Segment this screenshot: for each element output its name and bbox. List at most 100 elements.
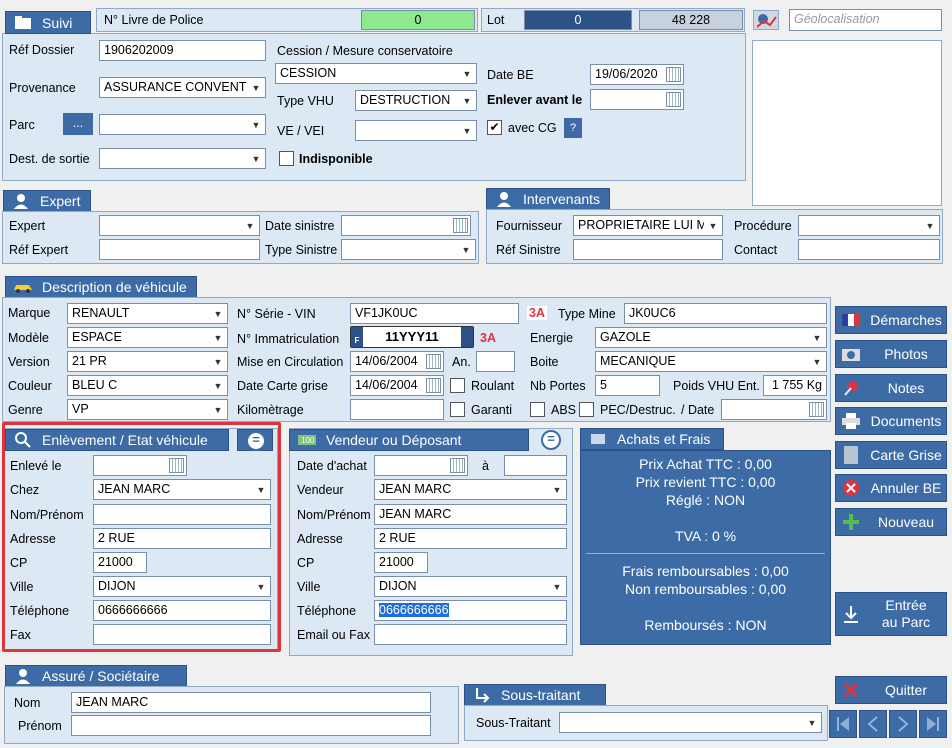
vendeur-menu-button[interactable]: = bbox=[533, 429, 571, 451]
calendar-icon[interactable] bbox=[453, 218, 468, 233]
ref-expert-input[interactable] bbox=[99, 239, 260, 260]
immatriculation-plate[interactable]: F 11YYY11 bbox=[350, 326, 474, 348]
photos-button[interactable]: Photos bbox=[835, 340, 947, 368]
version-select[interactable]: 21 PR ▼ bbox=[67, 351, 228, 372]
roulant-checkbox[interactable] bbox=[450, 378, 465, 393]
quitter-button[interactable]: Quitter bbox=[835, 676, 947, 704]
calendar-icon[interactable] bbox=[426, 378, 441, 393]
tab-achats[interactable]: Achats et Frais bbox=[580, 428, 724, 450]
user-icon bbox=[493, 191, 515, 207]
kilometrage-input[interactable] bbox=[350, 399, 444, 420]
calendar-icon[interactable] bbox=[666, 92, 681, 107]
non-remboursables: Non remboursables : 0,00 bbox=[624, 581, 787, 597]
ref-dossier-input[interactable]: 1906202009 bbox=[99, 40, 266, 61]
tab-suivi[interactable]: Suivi bbox=[5, 11, 91, 34]
notes-button[interactable]: Notes bbox=[835, 374, 947, 402]
geo-map-icon[interactable] bbox=[753, 10, 779, 30]
chez-select[interactable]: JEAN MARC ▼ bbox=[93, 479, 271, 500]
carte-grise-button[interactable]: Carte Grise bbox=[835, 441, 947, 469]
modele-select[interactable]: ESPACE ▼ bbox=[67, 327, 228, 348]
tab-intervenants[interactable]: Intervenants bbox=[486, 188, 610, 210]
calendar-icon[interactable] bbox=[169, 458, 184, 473]
garanti-checkbox[interactable] bbox=[450, 402, 465, 417]
vendeur-telephone-input[interactable]: 0666666666 bbox=[374, 600, 567, 621]
ville-select[interactable]: DIJON ▼ bbox=[93, 576, 271, 597]
date-carte-grise-input[interactable]: 14/06/2004 bbox=[350, 375, 444, 396]
type-mine-input[interactable]: JK0UC6 bbox=[624, 303, 827, 324]
enlever-avant-input[interactable] bbox=[590, 89, 684, 110]
ref-sinistre-input[interactable] bbox=[573, 239, 723, 260]
vendeur-nom-input[interactable]: JEAN MARC bbox=[374, 504, 567, 525]
cp-input[interactable]: 21000 bbox=[93, 552, 147, 573]
poids-input[interactable]: 1 755 Kg bbox=[763, 375, 827, 396]
telephone-input[interactable]: 0666666666 bbox=[93, 600, 271, 621]
assure-nom-input[interactable]: JEAN MARC bbox=[71, 692, 431, 713]
dest-sortie-select[interactable]: ▼ bbox=[99, 148, 266, 169]
provenance-select[interactable]: ASSURANCE CONVENTIO ▼ bbox=[99, 77, 266, 98]
mise-circulation-input[interactable]: 14/06/2004 bbox=[350, 351, 444, 372]
a-input[interactable] bbox=[504, 455, 567, 476]
vendeur-cp-input[interactable]: 21000 bbox=[374, 552, 428, 573]
tab-expert[interactable]: Expert bbox=[3, 190, 91, 212]
ve-vei-select[interactable]: ▼ bbox=[355, 120, 477, 141]
tab-vehicule-label: Description de véhicule bbox=[42, 279, 187, 295]
tab-vehicule[interactable]: Description de véhicule bbox=[5, 276, 197, 298]
calendar-icon[interactable] bbox=[809, 402, 824, 417]
vendeur-adresse-input[interactable]: 2 RUE bbox=[374, 528, 567, 549]
tab-vendeur[interactable]: 100 Vendeur ou Déposant bbox=[289, 429, 529, 451]
annuler-be-button[interactable]: Annuler BE bbox=[835, 474, 947, 502]
serie-vin-input[interactable]: VF1JK0UC bbox=[350, 303, 519, 324]
calendar-icon[interactable] bbox=[450, 458, 465, 473]
adresse-input[interactable]: 2 RUE bbox=[93, 528, 271, 549]
cession-select[interactable]: CESSION ▼ bbox=[275, 63, 477, 84]
energie-select[interactable]: GAZOLE ▼ bbox=[595, 327, 827, 348]
cession-label: Cession / Mesure conservatoire bbox=[277, 44, 453, 58]
fax-label: Fax bbox=[10, 628, 31, 642]
avec-cg-checkbox[interactable]: ✔ bbox=[487, 120, 502, 135]
marque-select[interactable]: RENAULT ▼ bbox=[67, 303, 228, 324]
genre-select[interactable]: VP ▼ bbox=[67, 399, 228, 420]
date-sinistre-input[interactable] bbox=[341, 215, 471, 236]
documents-button[interactable]: Documents bbox=[835, 407, 947, 435]
boite-select[interactable]: MECANIQUE ▼ bbox=[595, 351, 827, 372]
expert-select[interactable]: ▼ bbox=[99, 215, 260, 236]
sous-traitant-select[interactable]: ▼ bbox=[559, 712, 822, 733]
pec-date-input[interactable] bbox=[721, 399, 827, 420]
date-be-input[interactable]: 19/06/2020 bbox=[590, 64, 684, 85]
couleur-select[interactable]: BLEU C ▼ bbox=[67, 375, 228, 396]
nav-next-button[interactable] bbox=[889, 710, 917, 738]
parc-browse-button[interactable]: ... bbox=[63, 113, 93, 135]
vendeur-ville-select[interactable]: DIJON ▼ bbox=[374, 576, 567, 597]
immatriculation-value: 11YYY11 bbox=[385, 329, 439, 344]
nb-portes-input[interactable]: 5 bbox=[595, 375, 660, 396]
demarches-button[interactable]: Démarches bbox=[835, 306, 947, 334]
nav-first-button[interactable] bbox=[829, 710, 857, 738]
geolocalisation-input[interactable]: Géolocalisation bbox=[789, 9, 942, 31]
parc-select[interactable]: ▼ bbox=[99, 114, 266, 135]
indisponible-checkbox[interactable] bbox=[279, 151, 294, 166]
nouveau-button[interactable]: Nouveau bbox=[835, 508, 947, 536]
fournisseur-select[interactable]: PROPRIETAIRE LUI ME ▼ bbox=[573, 215, 723, 236]
abs-checkbox[interactable] bbox=[530, 402, 545, 417]
type-sinistre-select[interactable]: ▼ bbox=[341, 239, 476, 260]
tab-sous-traitant[interactable]: Sous-traitant bbox=[464, 684, 606, 706]
an-input[interactable] bbox=[476, 351, 515, 372]
enleve-le-input[interactable] bbox=[93, 455, 187, 476]
contact-input[interactable] bbox=[798, 239, 940, 260]
entree-parc-button[interactable]: Entrée au Parc bbox=[835, 592, 947, 636]
pec-checkbox[interactable] bbox=[579, 402, 594, 417]
nav-last-button[interactable] bbox=[919, 710, 947, 738]
calendar-icon[interactable] bbox=[666, 67, 681, 82]
assure-prenom-input[interactable] bbox=[71, 715, 431, 736]
calendar-icon[interactable] bbox=[426, 354, 441, 369]
date-achat-input[interactable] bbox=[374, 455, 468, 476]
vendeur-select[interactable]: JEAN MARC ▼ bbox=[374, 479, 567, 500]
email-fax-input[interactable] bbox=[374, 624, 567, 645]
type-vhu-select[interactable]: DESTRUCTION ▼ bbox=[355, 90, 477, 111]
fax-input[interactable] bbox=[93, 624, 271, 645]
tab-assure[interactable]: Assuré / Sociétaire bbox=[5, 665, 187, 687]
procedure-select[interactable]: ▼ bbox=[798, 215, 940, 236]
help-button[interactable]: ? bbox=[564, 118, 582, 138]
nom-prenom-input[interactable] bbox=[93, 504, 271, 525]
nav-prev-button[interactable] bbox=[859, 710, 887, 738]
